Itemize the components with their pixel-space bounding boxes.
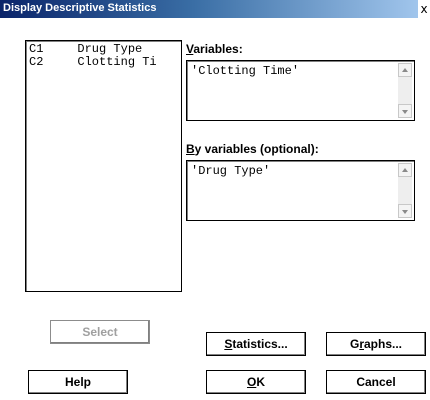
by-variables-field-value: 'Drug Type' xyxy=(191,164,271,178)
variables-field-value: 'Clotting Time' xyxy=(191,64,300,78)
list-item-name: Clotting Ti xyxy=(77,55,157,69)
list-item[interactable]: C2 Clotting Ti xyxy=(29,55,157,69)
list-item-column: C1 xyxy=(29,42,44,56)
scroll-down-button[interactable] xyxy=(398,204,412,218)
close-icon[interactable]: x xyxy=(418,0,430,18)
by-variables-scrollbar[interactable] xyxy=(398,163,412,218)
help-button[interactable]: Help xyxy=(28,370,128,394)
title-bar[interactable]: Display Descriptive Statistics x xyxy=(0,0,430,18)
scroll-up-arrow-icon xyxy=(402,68,408,72)
scroll-up-button[interactable] xyxy=(398,163,412,177)
list-item-column: C2 xyxy=(29,55,44,69)
select-button[interactable]: Select xyxy=(50,320,150,344)
list-item[interactable]: C1 Drug Type xyxy=(29,42,143,56)
list-item-name: Drug Type xyxy=(77,42,143,56)
variables-label: Variables: xyxy=(186,42,243,56)
cancel-button[interactable]: Cancel xyxy=(326,370,426,394)
variables-scrollbar[interactable] xyxy=(398,63,412,118)
by-variables-label: By variables (optional): xyxy=(186,142,319,156)
scroll-down-button[interactable] xyxy=(398,104,412,118)
graphs-button[interactable]: Graphs... xyxy=(326,332,426,356)
ok-button[interactable]: OK xyxy=(206,370,306,394)
by-variables-field[interactable]: 'Drug Type' xyxy=(186,160,415,221)
scroll-down-arrow-icon xyxy=(402,210,408,214)
dialog-window: Display Descriptive Statistics x C1 Drug … xyxy=(0,0,430,400)
scroll-up-button[interactable] xyxy=(398,63,412,77)
variables-listbox[interactable]: C1 Drug Type C2 Clotting Ti xyxy=(25,40,182,292)
scroll-down-arrow-icon xyxy=(402,110,408,114)
dialog-title: Display Descriptive Statistics xyxy=(3,2,157,14)
scroll-up-arrow-icon xyxy=(402,168,408,172)
variables-field[interactable]: 'Clotting Time' xyxy=(186,60,415,121)
statistics-button[interactable]: Statistics... xyxy=(206,332,306,356)
